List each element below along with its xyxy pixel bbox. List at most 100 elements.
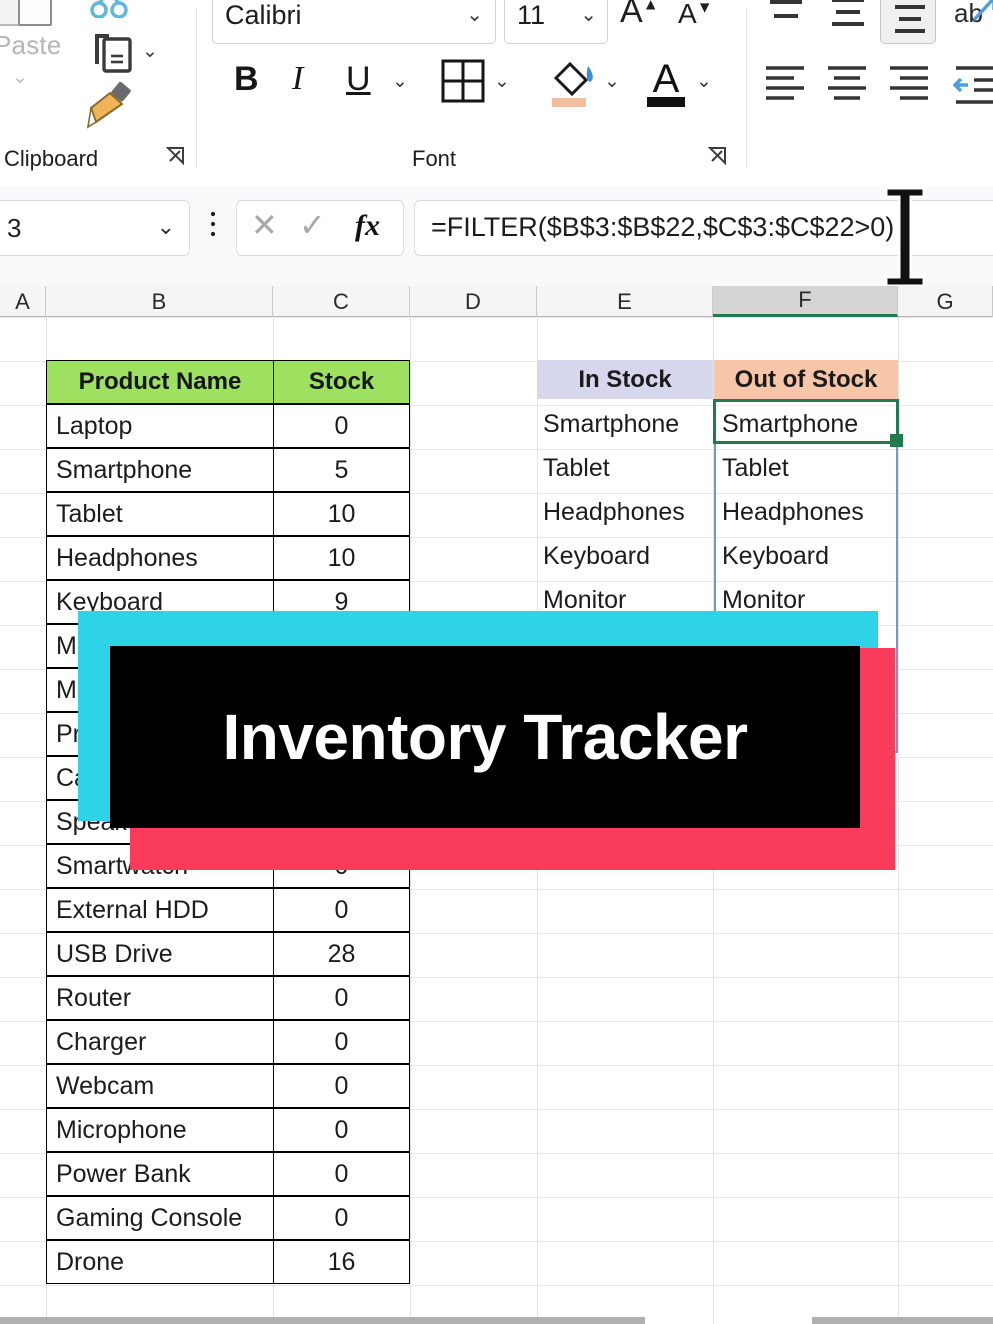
bold-button[interactable]: B — [234, 62, 259, 96]
source-cell-product-name[interactable]: Power Bank — [46, 1152, 274, 1196]
table-row[interactable]: Camera — [46, 756, 410, 800]
table-row[interactable]: Speaker — [46, 800, 410, 844]
table-row[interactable]: Keyboard 9 — [46, 580, 410, 624]
table-row[interactable]: Laptop 0 — [46, 404, 410, 448]
underline-chevron-down-icon[interactable]: ⌄ — [392, 72, 408, 91]
table-row[interactable]: Drone 16 — [46, 1240, 410, 1284]
in-stock-cell[interactable]: Monitor — [537, 578, 713, 622]
column-header-d[interactable]: D — [410, 286, 537, 317]
wrap-text-icon[interactable]: ab — [950, 0, 993, 32]
source-cell-stock[interactable]: 0 — [273, 976, 410, 1020]
copy-chevron-down-icon[interactable]: ⌄ — [142, 42, 158, 61]
align-left-icon[interactable] — [760, 62, 812, 102]
source-cell-product-name[interactable]: Tablet — [46, 492, 274, 536]
table-row[interactable]: Printer — [46, 712, 410, 756]
source-cell-product-name[interactable]: Monitor — [46, 624, 274, 668]
column-header-g[interactable]: G — [898, 286, 993, 317]
table-row[interactable]: External HDD 0 — [46, 888, 410, 932]
table-row[interactable]: Smartwatch 0 — [46, 844, 410, 888]
font-family-select[interactable]: Calibri ⌄ — [212, 0, 496, 44]
source-cell-product-name[interactable]: Drone — [46, 1240, 274, 1284]
in-stock-cell[interactable]: Tablet — [537, 446, 713, 490]
table-row[interactable]: Power Bank 0 — [46, 1152, 410, 1196]
source-cell-product-name[interactable]: Gaming Console — [46, 1196, 274, 1240]
insert-function-icon[interactable]: fx — [355, 209, 380, 243]
font-dialog-launcher-icon[interactable] — [707, 146, 728, 172]
underline-button[interactable]: U — [346, 62, 371, 96]
horizontal-scrollbar-left[interactable] — [0, 1317, 645, 1324]
table-row[interactable]: Smartphone 5 — [46, 448, 410, 492]
confirm-formula-icon[interactable]: ✓ — [299, 207, 326, 243]
source-cell-product-name[interactable]: Smartphone — [46, 448, 274, 492]
paste-button[interactable]: Paste ⌄ — [0, 0, 80, 142]
formula-bar-more-icon[interactable] — [206, 210, 220, 242]
out-of-stock-cell[interactable]: Tablet — [716, 446, 898, 490]
table-row[interactable]: Monitor — [46, 624, 410, 668]
source-cell-stock[interactable]: 0 — [273, 1020, 410, 1064]
in-stock-cell[interactable]: Keyboard — [537, 534, 713, 578]
column-header-e[interactable]: E — [537, 286, 713, 317]
paste-chevron-down-icon[interactable]: ⌄ — [12, 68, 28, 87]
table-row[interactable]: Mouse — [46, 668, 410, 712]
source-cell-product-name[interactable]: Laptop — [46, 404, 274, 448]
source-cell-stock[interactable]: 10 — [273, 536, 410, 580]
source-cell-stock[interactable]: 0 — [273, 1152, 410, 1196]
table-row[interactable]: Tablet 10 — [46, 492, 410, 536]
source-cell-stock[interactable]: 9 — [273, 580, 410, 624]
source-cell-stock[interactable]: 0 — [273, 404, 410, 448]
table-row[interactable]: Gaming Console 0 — [46, 1196, 410, 1240]
out-of-stock-cell[interactable]: Headphones — [716, 490, 898, 534]
borders-chevron-down-icon[interactable]: ⌄ — [494, 72, 510, 91]
spreadsheet-grid[interactable]: Product Name Stock Laptop 0 Smartphone 5 Table… — [0, 317, 993, 1324]
source-cell-stock[interactable]: 28 — [273, 932, 410, 976]
align-right-icon[interactable] — [884, 62, 936, 102]
align-bottom-icon[interactable] — [880, 0, 936, 44]
in-stock-cell[interactable]: Smartphone — [537, 402, 713, 446]
source-cell-product-name[interactable]: USB Drive — [46, 932, 274, 976]
column-header-c[interactable]: C — [273, 286, 410, 317]
table-row[interactable]: Webcam 0 — [46, 1064, 410, 1108]
font-color-icon[interactable]: A — [642, 56, 690, 108]
source-cell-stock[interactable]: 0 — [273, 1064, 410, 1108]
in-stock-cell[interactable]: Headphones — [537, 490, 713, 534]
source-cell-product-name[interactable]: Webcam — [46, 1064, 274, 1108]
source-cell-product-name[interactable]: Printer — [46, 712, 274, 756]
column-header-b[interactable]: B — [46, 286, 273, 317]
table-row[interactable]: Router 0 — [46, 976, 410, 1020]
align-top-icon[interactable] — [760, 0, 812, 34]
font-size-select[interactable]: 11 ⌄ — [504, 0, 608, 44]
source-cell-product-name[interactable]: External HDD — [46, 888, 274, 932]
source-cell-stock[interactable]: 16 — [273, 1240, 410, 1284]
source-cell-stock[interactable]: 0 — [273, 888, 410, 932]
source-cell-product-name[interactable]: Camera — [46, 756, 274, 800]
source-cell-product-name[interactable]: Keyboard — [46, 580, 274, 624]
source-cell-stock[interactable]: 0 — [273, 1196, 410, 1240]
source-cell-stock[interactable]: 0 — [273, 1108, 410, 1152]
source-cell-stock[interactable]: 0 — [273, 844, 410, 888]
align-center-icon[interactable] — [822, 62, 874, 102]
borders-icon[interactable] — [440, 58, 486, 104]
italic-button[interactable]: I — [292, 62, 303, 96]
cancel-formula-icon[interactable]: ✕ — [251, 207, 278, 243]
column-header-a[interactable]: A — [0, 286, 46, 317]
table-row[interactable]: USB Drive 28 — [46, 932, 410, 976]
source-cell-stock[interactable] — [273, 800, 410, 844]
out-of-stock-cell[interactable]: Monitor — [716, 578, 898, 622]
source-cell-product-name[interactable]: Speaker — [46, 800, 274, 844]
source-cell-product-name[interactable]: Microphone — [46, 1108, 274, 1152]
source-cell-product-name[interactable]: Smartwatch — [46, 844, 274, 888]
name-box[interactable]: 3 ⌄ — [0, 200, 190, 256]
decrease-font-size-button[interactable]: A▼ — [678, 0, 713, 28]
source-cell-stock[interactable] — [273, 712, 410, 756]
fill-color-icon[interactable] — [548, 56, 596, 108]
source-cell-product-name[interactable]: Router — [46, 976, 274, 1020]
source-cell-stock[interactable] — [273, 756, 410, 800]
align-middle-icon[interactable] — [822, 0, 874, 34]
format-painter-icon[interactable] — [84, 81, 138, 130]
table-row[interactable]: Microphone 0 — [46, 1108, 410, 1152]
source-cell-product-name[interactable]: Headphones — [46, 536, 274, 580]
out-of-stock-cell[interactable]: Smartphone — [716, 402, 898, 446]
table-row[interactable]: Headphones 10 — [46, 536, 410, 580]
column-header-f[interactable]: F — [713, 286, 898, 317]
out-of-stock-cell[interactable]: Keyboard — [716, 534, 898, 578]
